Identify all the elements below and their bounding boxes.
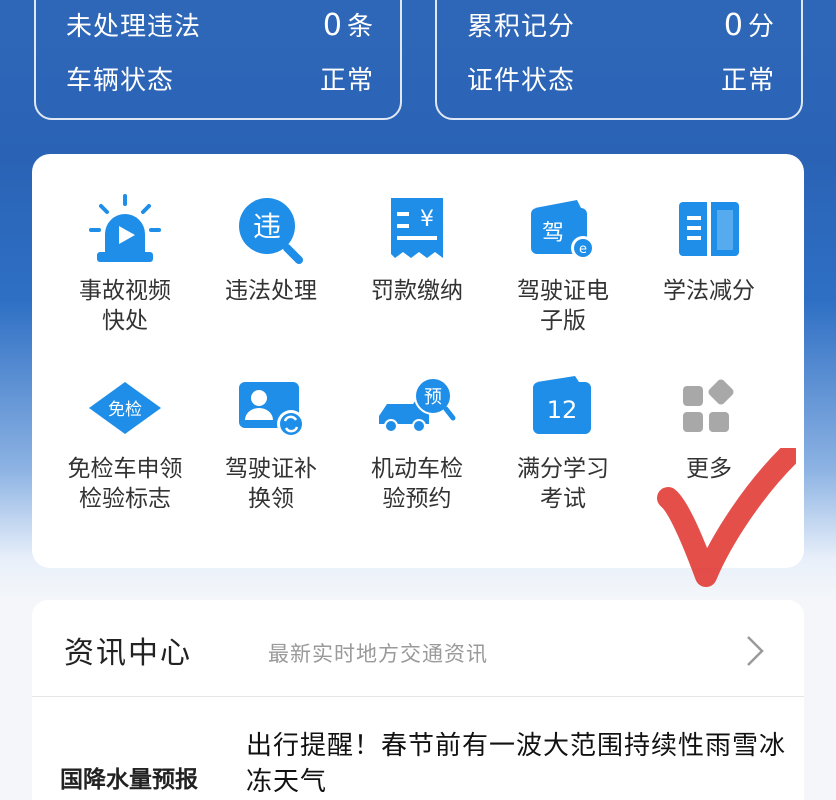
service-label-line1: 驾驶证补 xyxy=(225,456,317,482)
service-accident-video[interactable]: 事故视频 快处 xyxy=(52,194,198,336)
service-vehicle-inspection-booking[interactable]: 预 机动车检 验预约 xyxy=(344,372,490,514)
service-e-license[interactable]: 驾 e 驾驶证电 子版 xyxy=(490,194,636,336)
svg-text:免检: 免检 xyxy=(108,400,142,420)
news-center-title: 资讯中心 xyxy=(64,636,192,671)
chevron-right-icon[interactable] xyxy=(744,634,766,668)
news-center-subtitle: 最新实时地方交通资讯 xyxy=(268,642,488,666)
accumulated-points-count: 0 xyxy=(723,8,744,43)
service-label-line2: 换领 xyxy=(248,486,294,512)
service-inspection-exempt[interactable]: 免检 免检车申领 检验标志 xyxy=(52,372,198,514)
license-status-card[interactable]: 累积记分 0分 证件状态 正常 xyxy=(435,0,803,120)
vehicle-status-label: 车辆状态 xyxy=(66,66,175,96)
fine-receipt-icon: ¥ xyxy=(391,198,443,258)
svg-text:¥: ¥ xyxy=(420,207,434,232)
vehicle-status-value: 正常 xyxy=(319,66,374,96)
svg-text:违: 违 xyxy=(253,210,281,243)
service-label-line2: 考试 xyxy=(540,486,586,512)
service-label-line1: 机动车检 xyxy=(371,456,463,482)
license-status-label: 证件状态 xyxy=(467,66,576,96)
svg-text:12: 12 xyxy=(547,396,578,424)
service-label-line1: 事故视频 xyxy=(79,278,171,304)
news-thumbnail[interactable]: 国降水量预报 xyxy=(60,760,246,800)
accumulated-points-unit: 分 xyxy=(747,12,775,42)
pending-violations-unit: 条 xyxy=(346,12,374,42)
service-label-line1: 罚款缴纳 xyxy=(371,278,463,304)
open-book-icon xyxy=(679,202,739,256)
news-center-card: 资讯中心 最新实时地方交通资讯 国降水量预报 出行提醒！春节前有一波大范围持续性… xyxy=(32,600,804,800)
service-label-line2: 子版 xyxy=(540,308,586,334)
accumulated-points-label: 累积记分 xyxy=(467,12,576,42)
service-label-line1: 更多 xyxy=(686,456,732,482)
vehicle-status-row: 车辆状态 正常 xyxy=(66,60,374,97)
service-label-line1: 驾驶证电 xyxy=(517,278,609,304)
service-more[interactable]: 更多 xyxy=(636,372,782,484)
license-status-row: 证件状态 正常 xyxy=(467,60,775,97)
violation-status-card[interactable]: 未处理违法 0条 车辆状态 正常 xyxy=(34,0,402,120)
pending-violations-count: 0 xyxy=(322,8,343,43)
service-full-score-study-exam[interactable]: 12 满分学习 考试 xyxy=(490,372,636,514)
svg-text:e: e xyxy=(579,242,587,257)
license-status-value: 正常 xyxy=(720,66,775,96)
e-license-icon: 驾 e xyxy=(531,200,595,260)
service-grid: 事故视频 快处 违 违法处理 ¥ 罚款缴纳 驾 e 驾驶证电 子版 学法减分 免… xyxy=(32,154,804,568)
more-grid-icon xyxy=(683,379,734,432)
svg-text:驾: 驾 xyxy=(542,221,564,246)
service-fine-payment[interactable]: ¥ 罚款缴纳 xyxy=(344,194,490,306)
siren-video-icon xyxy=(89,194,161,262)
accumulated-points-row: 累积记分 0分 xyxy=(467,6,775,43)
calendar-12-icon: 12 xyxy=(533,376,591,434)
service-label-line1: 违法处理 xyxy=(225,278,317,304)
service-study-reduce-points[interactable]: 学法减分 xyxy=(636,194,782,306)
service-label-line2: 快处 xyxy=(102,308,148,334)
service-label-line2: 检验标志 xyxy=(79,486,171,512)
news-article-title[interactable]: 出行提醒！春节前有一波大范围持续性雨雪冰冻天气 xyxy=(246,728,786,800)
vehicle-inspection-booking-icon: 预 xyxy=(379,377,456,433)
news-divider xyxy=(32,696,804,697)
service-violation-handling[interactable]: 违 违法处理 xyxy=(198,194,344,306)
service-label-line1: 学法减分 xyxy=(663,278,755,304)
service-label-line2: 验预约 xyxy=(382,486,452,512)
violation-search-icon: 违 xyxy=(239,198,303,264)
service-license-renewal[interactable]: 驾驶证补 换领 xyxy=(198,372,344,514)
svg-text:预: 预 xyxy=(424,387,442,408)
pending-violations-label: 未处理违法 xyxy=(66,12,202,42)
license-renew-icon xyxy=(239,382,305,438)
service-label-line1: 满分学习 xyxy=(517,456,609,482)
pending-violations-row: 未处理违法 0条 xyxy=(66,6,374,43)
service-label-line1: 免检车申领 xyxy=(67,456,183,482)
inspection-exempt-icon: 免检 xyxy=(89,382,161,434)
